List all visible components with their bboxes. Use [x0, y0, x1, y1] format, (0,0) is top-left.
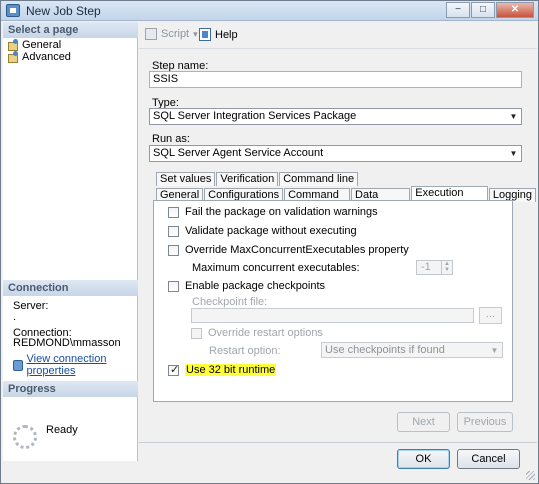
minimize-button[interactable]: −: [446, 2, 470, 18]
maximize-button[interactable]: □: [471, 2, 495, 18]
fail-on-warnings-checkbox[interactable]: [168, 206, 179, 218]
ok-button[interactable]: OK: [397, 449, 450, 469]
restart-option-select[interactable]: Use checkpoints if found ▼: [321, 342, 503, 358]
script-icon: [145, 28, 157, 40]
execution-options-panel: Fail the package on validation warnings …: [153, 200, 513, 402]
enable-checkpoints-checkbox[interactable]: [168, 280, 179, 292]
restart-option-label: Restart option:: [209, 345, 281, 357]
type-select[interactable]: SQL Server Integration Services Package …: [149, 108, 522, 125]
override-max-label: Override MaxConcurrentExecutables proper…: [185, 244, 409, 256]
window-controls: − □ ✕: [445, 2, 534, 18]
view-connection-properties-label: View connection properties: [26, 353, 107, 377]
window-title: New Job Step: [26, 4, 101, 18]
page-item-label: Advanced: [22, 50, 71, 63]
select-page-header: Select a page: [3, 22, 138, 38]
tab-verification[interactable]: Verification: [216, 172, 279, 186]
script-dropdown-icon[interactable]: ▾: [193, 29, 198, 40]
view-connection-properties-link[interactable]: View connection properties: [13, 353, 137, 377]
use-32bit-label: Use 32 bit runtime: [185, 364, 277, 376]
script-label: Script: [161, 28, 190, 40]
chevron-down-icon: ▼: [509, 149, 518, 158]
app-icon: [6, 4, 20, 17]
type-value: SQL Server Integration Services Package: [153, 110, 357, 122]
progress-header: Progress: [3, 381, 138, 397]
override-restart-option[interactable]: Override restart options: [191, 327, 323, 339]
enable-checkpoints-label: Enable package checkpoints: [185, 280, 326, 292]
step-name-input[interactable]: SSIS: [149, 71, 522, 88]
run-as-label: Run as:: [152, 133, 190, 145]
validate-only-label: Validate package without executing: [185, 225, 357, 237]
override-max-checkbox[interactable]: [168, 244, 179, 256]
connection-value: REDMOND\mmasson: [13, 337, 121, 349]
checkpoint-file-label: Checkpoint file:: [192, 296, 268, 308]
override-restart-label: Override restart options: [208, 327, 323, 339]
progress-spinner-icon: [13, 425, 37, 449]
override-restart-checkbox[interactable]: [191, 327, 202, 339]
help-label: Help: [215, 28, 238, 41]
page-icon: [8, 51, 19, 63]
help-button[interactable]: Help: [199, 28, 238, 41]
validate-only-option[interactable]: Validate package without executing: [168, 225, 357, 237]
page-icon: [8, 39, 19, 51]
left-pane: Select a page General Advanced Connectio…: [3, 22, 138, 461]
restart-option-value: Use checkpoints if found: [325, 344, 445, 356]
next-button[interactable]: Next: [397, 412, 450, 432]
page-item-label: General: [22, 38, 62, 51]
server-label: Server:: [13, 300, 49, 312]
fail-on-warnings-option[interactable]: Fail the package on validation warnings: [168, 206, 378, 218]
tab-command-line[interactable]: Command line: [279, 172, 359, 186]
override-max-option[interactable]: Override MaxConcurrentExecutables proper…: [168, 244, 409, 256]
browse-button[interactable]: ...: [479, 307, 502, 324]
max-concurrent-stepper[interactable]: -1 ▲ ▼: [416, 260, 453, 275]
max-concurrent-label: Maximum concurrent executables:: [192, 262, 360, 274]
server-value: .: [13, 311, 17, 323]
use-32bit-option[interactable]: Use 32 bit runtime: [168, 363, 277, 376]
toolbar-divider: [139, 48, 537, 49]
page-item-advanced[interactable]: Advanced: [8, 50, 71, 63]
progress-status: Ready: [46, 424, 78, 436]
run-as-select[interactable]: SQL Server Agent Service Account ▼: [149, 145, 522, 162]
run-as-value: SQL Server Agent Service Account: [153, 147, 324, 159]
tab-set-values[interactable]: Set values: [156, 172, 216, 186]
chevron-down-icon: ▼: [490, 346, 499, 355]
connection-properties-icon: [13, 359, 23, 371]
use-32bit-checkbox[interactable]: [168, 363, 179, 376]
help-icon: [199, 28, 211, 41]
validate-only-checkbox[interactable]: [168, 225, 179, 237]
close-button[interactable]: ✕: [496, 2, 534, 18]
previous-button[interactable]: Previous: [457, 412, 513, 432]
chevron-down-icon: ▼: [509, 112, 518, 121]
script-button[interactable]: Script ▾: [145, 28, 198, 40]
max-concurrent-value: -1: [421, 261, 431, 273]
right-pane: Script ▾ Help Step name: SSIS Type: SQL …: [139, 22, 537, 469]
title-bar: New Job Step − □ ✕: [1, 1, 538, 21]
cancel-button[interactable]: Cancel: [457, 449, 520, 469]
stepper-arrows-icon[interactable]: ▲ ▼: [441, 261, 452, 274]
resize-grip-icon[interactable]: [526, 471, 535, 480]
checkpoint-file-input[interactable]: [191, 308, 474, 323]
enable-checkpoints-option[interactable]: Enable package checkpoints: [168, 280, 325, 292]
tab-row-back: Set values Verification Command line: [156, 172, 359, 186]
connection-header: Connection: [3, 280, 138, 296]
new-job-step-dialog: New Job Step − □ ✕ Select a page General…: [0, 0, 539, 484]
button-divider: [139, 442, 537, 443]
toolbar: Script ▾ Help: [139, 22, 537, 48]
fail-on-warnings-label: Fail the package on validation warnings: [185, 206, 378, 218]
